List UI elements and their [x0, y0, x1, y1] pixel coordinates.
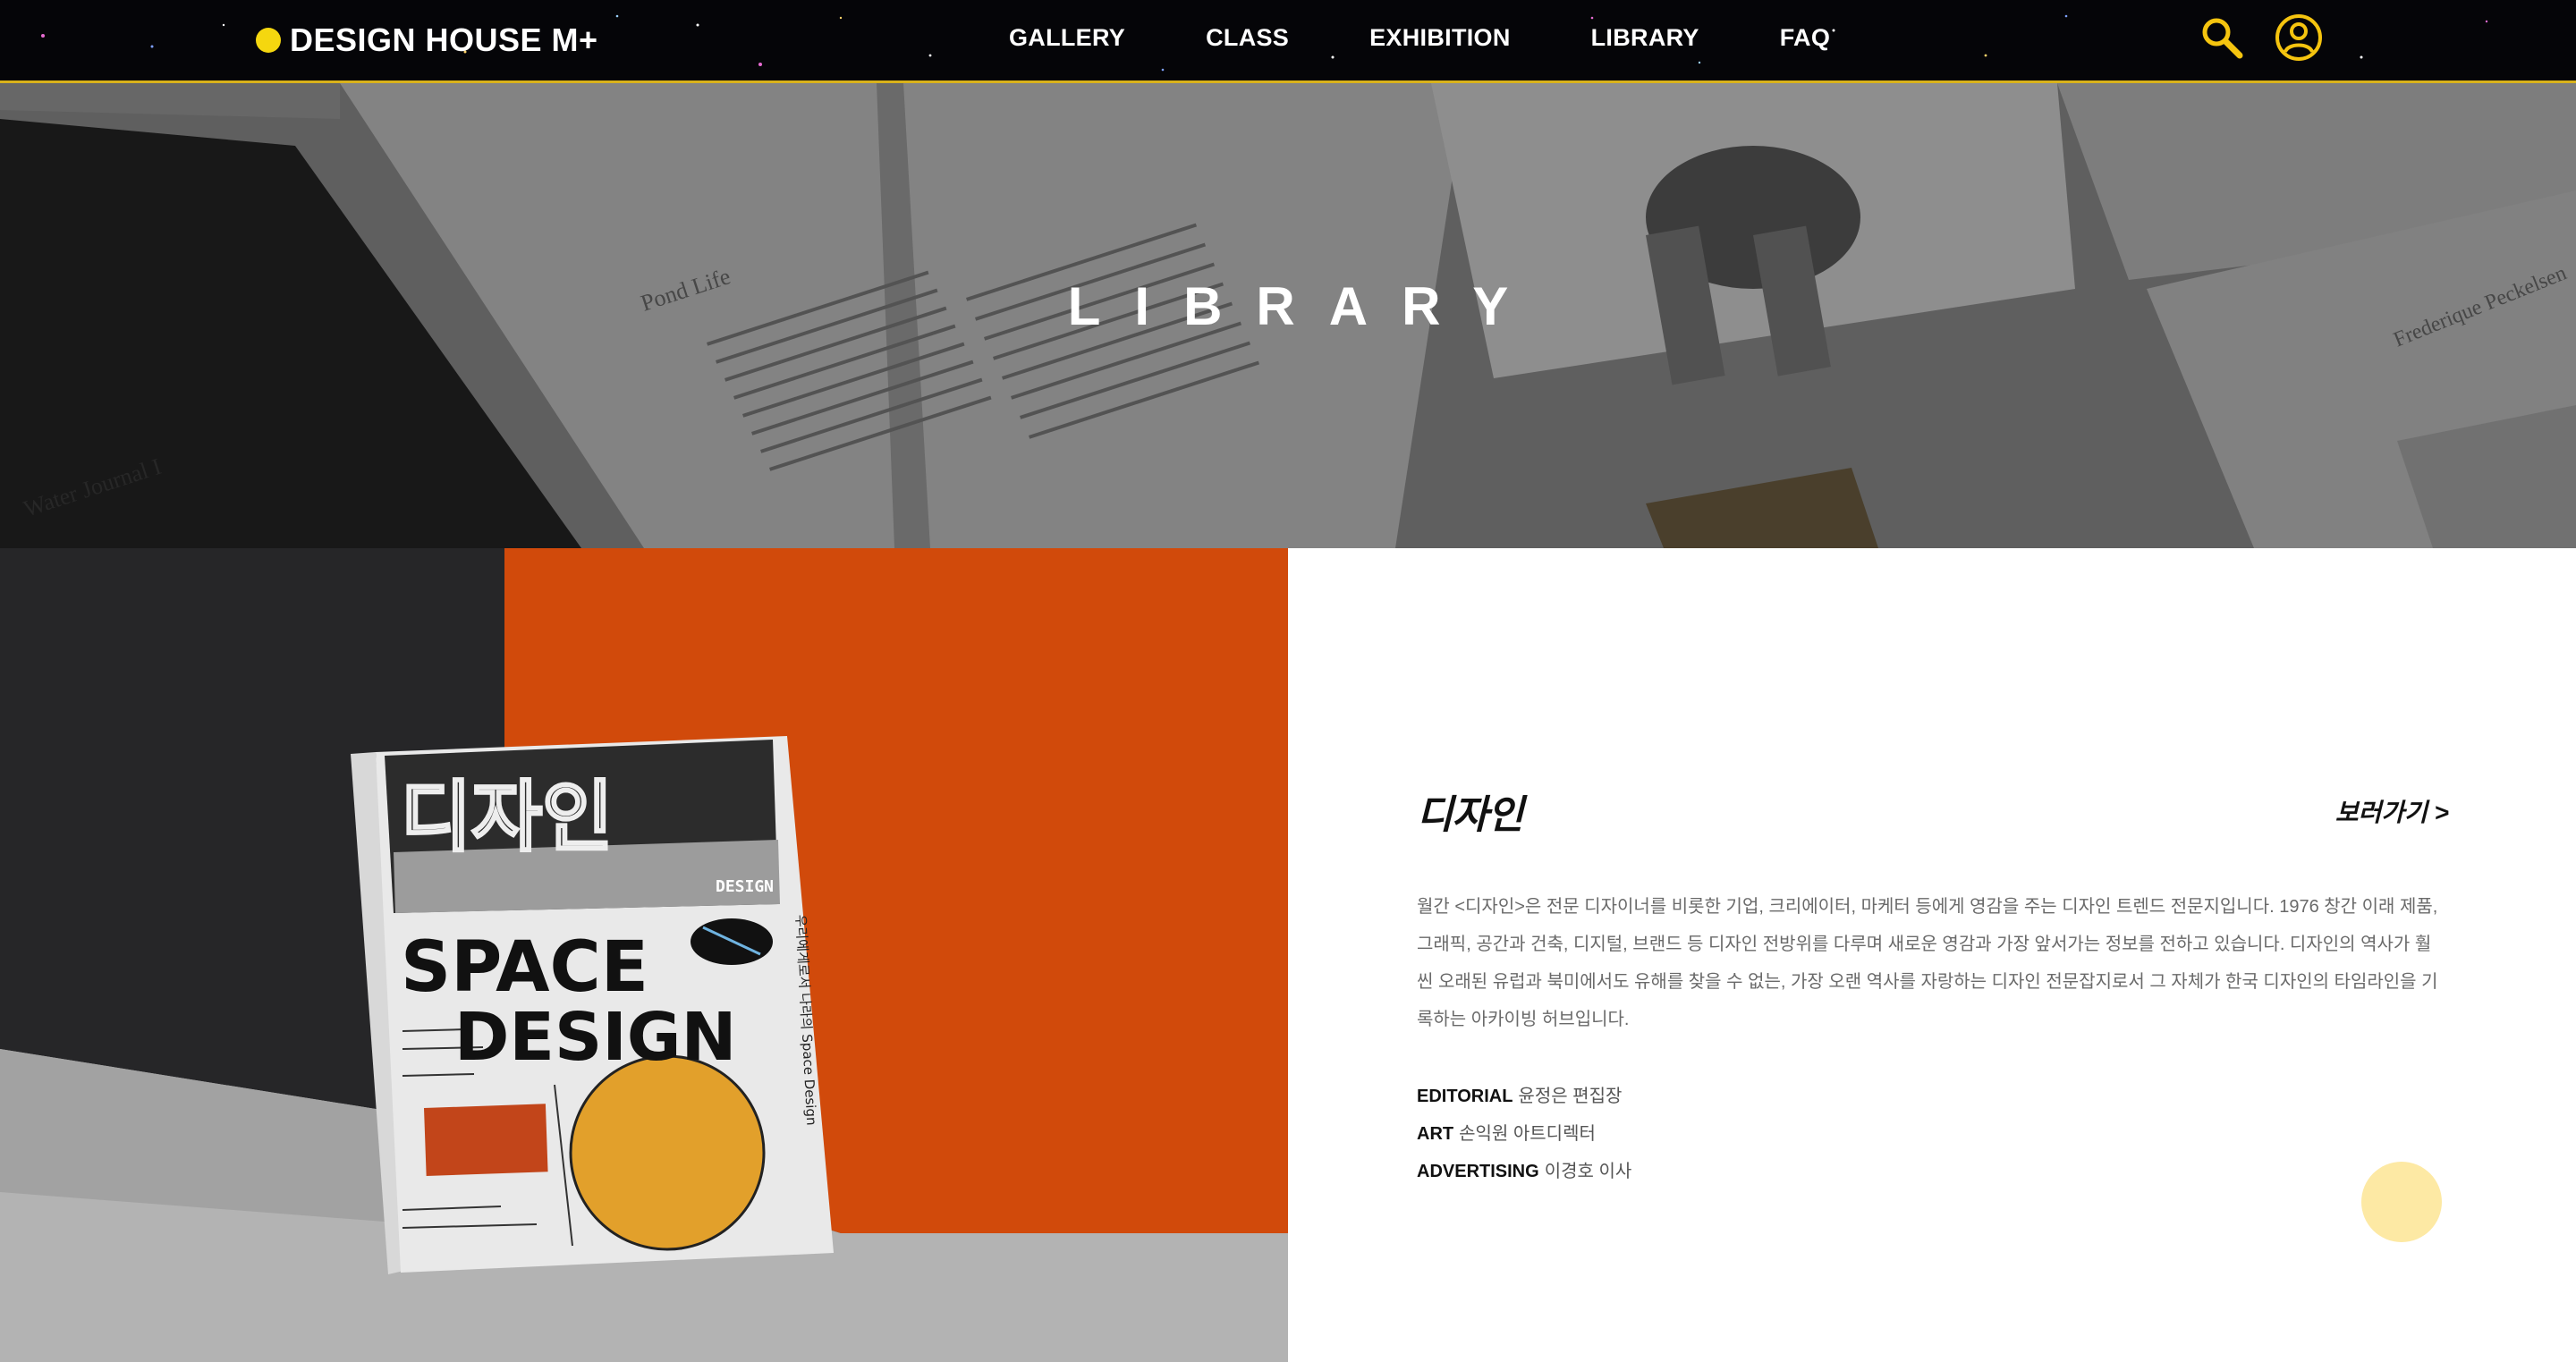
- top-navbar: DESIGN HOUSE M+ GALLERY CLASS EXHIBITION…: [0, 0, 2576, 83]
- magazine-info-panel: 디자인 보러가기 > 월간 <디자인>은 전문 디자이너를 비롯한 기업, 크리…: [1288, 548, 2576, 1362]
- credit-person: 손익원 아트디렉터: [1459, 1124, 1596, 1144]
- credit-advertising: ADVERTISING 이경호 이사: [1417, 1153, 1631, 1190]
- credit-art: ART 손익원 아트디렉터: [1417, 1115, 1631, 1153]
- nav-link-exhibition[interactable]: EXHIBITION: [1369, 20, 1511, 55]
- nav-icons: [2197, 13, 2324, 63]
- cover-headline-2: DESIGN: [454, 999, 736, 1076]
- magazine-description: 월간 <디자인>은 전문 디자이너를 비롯한 기업, 크리에이터, 마케터 등에…: [1417, 897, 2438, 1029]
- credit-person: 윤정은 편집장: [1518, 1087, 1623, 1106]
- credit-role: ART: [1417, 1124, 1454, 1144]
- main-nav: GALLERY CLASS EXHIBITION LIBRARY FAQ: [1009, 20, 1830, 55]
- nav-link-class[interactable]: CLASS: [1206, 20, 1289, 55]
- cover-subtitle: DESIGN: [716, 877, 774, 896]
- brand-logo[interactable]: DESIGN HOUSE M+: [256, 18, 598, 63]
- cover-title: 디자인: [401, 773, 613, 862]
- credit-editorial: EDITORIAL 윤정은 편집장: [1417, 1078, 1631, 1115]
- magazine-cover-illustration: 디자인 DESIGN SPACE DESIGN 우리에게로서 나라의 Space…: [0, 548, 1288, 1362]
- brand-logo-text: DESIGN HOUSE M+: [290, 21, 598, 58]
- logo-dot-icon: [256, 28, 281, 53]
- magazine-product-image: 디자인 DESIGN SPACE DESIGN 우리에게로서 나라의 Space…: [0, 548, 1288, 1362]
- cover-headline-1: SPACE: [401, 927, 648, 1008]
- hero-title: LIBRARY: [1067, 276, 1543, 336]
- credit-person: 이경호 이사: [1544, 1162, 1632, 1181]
- magazine-title: 디자인: [1417, 793, 1523, 837]
- floating-action-button[interactable]: [2361, 1162, 2442, 1242]
- user-icon[interactable]: [2274, 13, 2324, 63]
- view-magazine-link[interactable]: 보러가기 >: [2335, 793, 2449, 829]
- nav-link-gallery[interactable]: GALLERY: [1009, 20, 1125, 55]
- credit-role: ADVERTISING: [1417, 1162, 1539, 1181]
- credit-role: EDITORIAL: [1417, 1087, 1513, 1106]
- nav-link-faq[interactable]: FAQ: [1780, 20, 1830, 55]
- search-icon[interactable]: [2197, 13, 2247, 63]
- magazine-credits: EDITORIAL 윤정은 편집장 ART 손익원 아트디렉터 ADVERTISIN…: [1417, 1078, 1631, 1190]
- hero-banner: Pond Life Water Journal I Frederique Pec…: [0, 83, 2576, 548]
- nav-link-library[interactable]: LIBRARY: [1591, 20, 1699, 55]
